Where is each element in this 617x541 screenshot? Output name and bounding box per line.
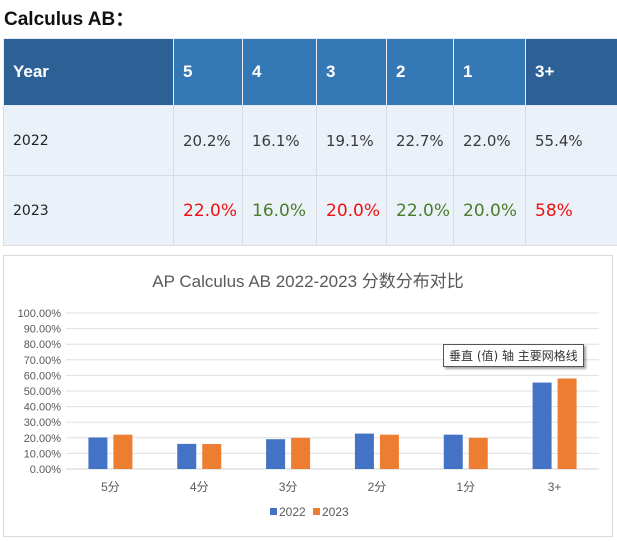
percent-cell: 22.0% xyxy=(174,176,243,246)
chart-title: AP Calculus AB 2022-2023 分数分布对比 xyxy=(152,272,464,291)
bar-2022-5 xyxy=(533,383,552,469)
percent-cell: 20.0% xyxy=(454,176,526,246)
bar-2022-1 xyxy=(177,444,196,469)
percent-cell: 16.0% xyxy=(243,176,317,246)
table-header-row: Year 5 4 3 2 1 3+ xyxy=(4,39,617,106)
bar-2023-3 xyxy=(380,435,399,469)
x-tick-label: 3分 xyxy=(279,480,298,494)
x-tick-label: 2分 xyxy=(368,480,387,494)
y-tick-label: 90.00% xyxy=(24,324,62,336)
legend-swatch-2023 xyxy=(313,508,320,515)
chart-container[interactable]: AP Calculus AB 2022-2023 分数分布对比 0.00% 10.0… xyxy=(3,255,613,537)
y-tick-label: 50.00% xyxy=(24,386,62,398)
bar-2022-4 xyxy=(444,435,463,469)
gridline-tooltip: 垂直 (值) 轴 主要网格线 xyxy=(443,344,584,367)
year-cell: 2023 xyxy=(4,176,174,246)
y-tick-label: 40.00% xyxy=(24,402,62,414)
percent-cell: 19.1% xyxy=(317,106,387,176)
y-tick-label: 60.00% xyxy=(24,370,62,382)
x-tick-label: 1分 xyxy=(456,480,475,494)
y-tick-label: 20.00% xyxy=(24,433,62,445)
percent-cell: 22.0% xyxy=(454,106,526,176)
bar-2023-4 xyxy=(469,438,488,469)
bar-chart: AP Calculus AB 2022-2023 分数分布对比 0.00% 10.0… xyxy=(4,256,612,536)
y-tick-label: 100.00% xyxy=(18,308,62,320)
percent-cell: 22.7% xyxy=(387,106,454,176)
legend-label-2022: 2022 xyxy=(279,505,306,519)
percent-cell: 20.2% xyxy=(174,106,243,176)
header-score-4: 4 xyxy=(243,39,317,106)
percent-cell: 22.0% xyxy=(387,176,454,246)
header-year: Year xyxy=(4,39,174,106)
score-table: Year 5 4 3 2 1 3+ 202220.2%16.1%19.1%22.… xyxy=(3,38,617,246)
header-score-3: 3 xyxy=(317,39,387,106)
header-score-3plus: 3+ xyxy=(526,39,617,106)
bar-2023-0 xyxy=(113,435,132,469)
header-score-5: 5 xyxy=(174,39,243,106)
header-score-2: 2 xyxy=(387,39,454,106)
y-tick-label: 30.00% xyxy=(24,417,62,429)
bar-2023-2 xyxy=(291,438,310,469)
y-tick-label: 70.00% xyxy=(24,355,62,367)
section-heading: Calculus AB： xyxy=(4,4,134,31)
percent-cell: 55.4% xyxy=(526,106,617,176)
percent-cell: 20.0% xyxy=(317,176,387,246)
bar-2022-0 xyxy=(88,437,107,469)
y-tick-label: 80.00% xyxy=(24,339,62,351)
y-tick-label: 0.00% xyxy=(30,464,61,476)
header-score-1: 1 xyxy=(454,39,526,106)
y-tick-label: 10.00% xyxy=(24,448,62,460)
x-tick-label: 5分 xyxy=(101,480,120,494)
x-tick-label: 3+ xyxy=(548,480,562,494)
table-row: 202322.0%16.0%20.0%22.0%20.0%58% xyxy=(4,176,617,246)
bar-2022-2 xyxy=(266,439,285,469)
bar-2023-1 xyxy=(202,444,221,469)
bar-2023-5 xyxy=(558,379,577,469)
percent-cell: 58% xyxy=(526,176,617,246)
year-cell: 2022 xyxy=(4,106,174,176)
x-tick-label: 4分 xyxy=(190,480,209,494)
percent-cell: 16.1% xyxy=(243,106,317,176)
bar-2022-3 xyxy=(355,434,374,469)
table-row: 202220.2%16.1%19.1%22.7%22.0%55.4% xyxy=(4,106,617,176)
legend-label-2023: 2023 xyxy=(322,505,349,519)
legend-swatch-2022 xyxy=(270,508,277,515)
